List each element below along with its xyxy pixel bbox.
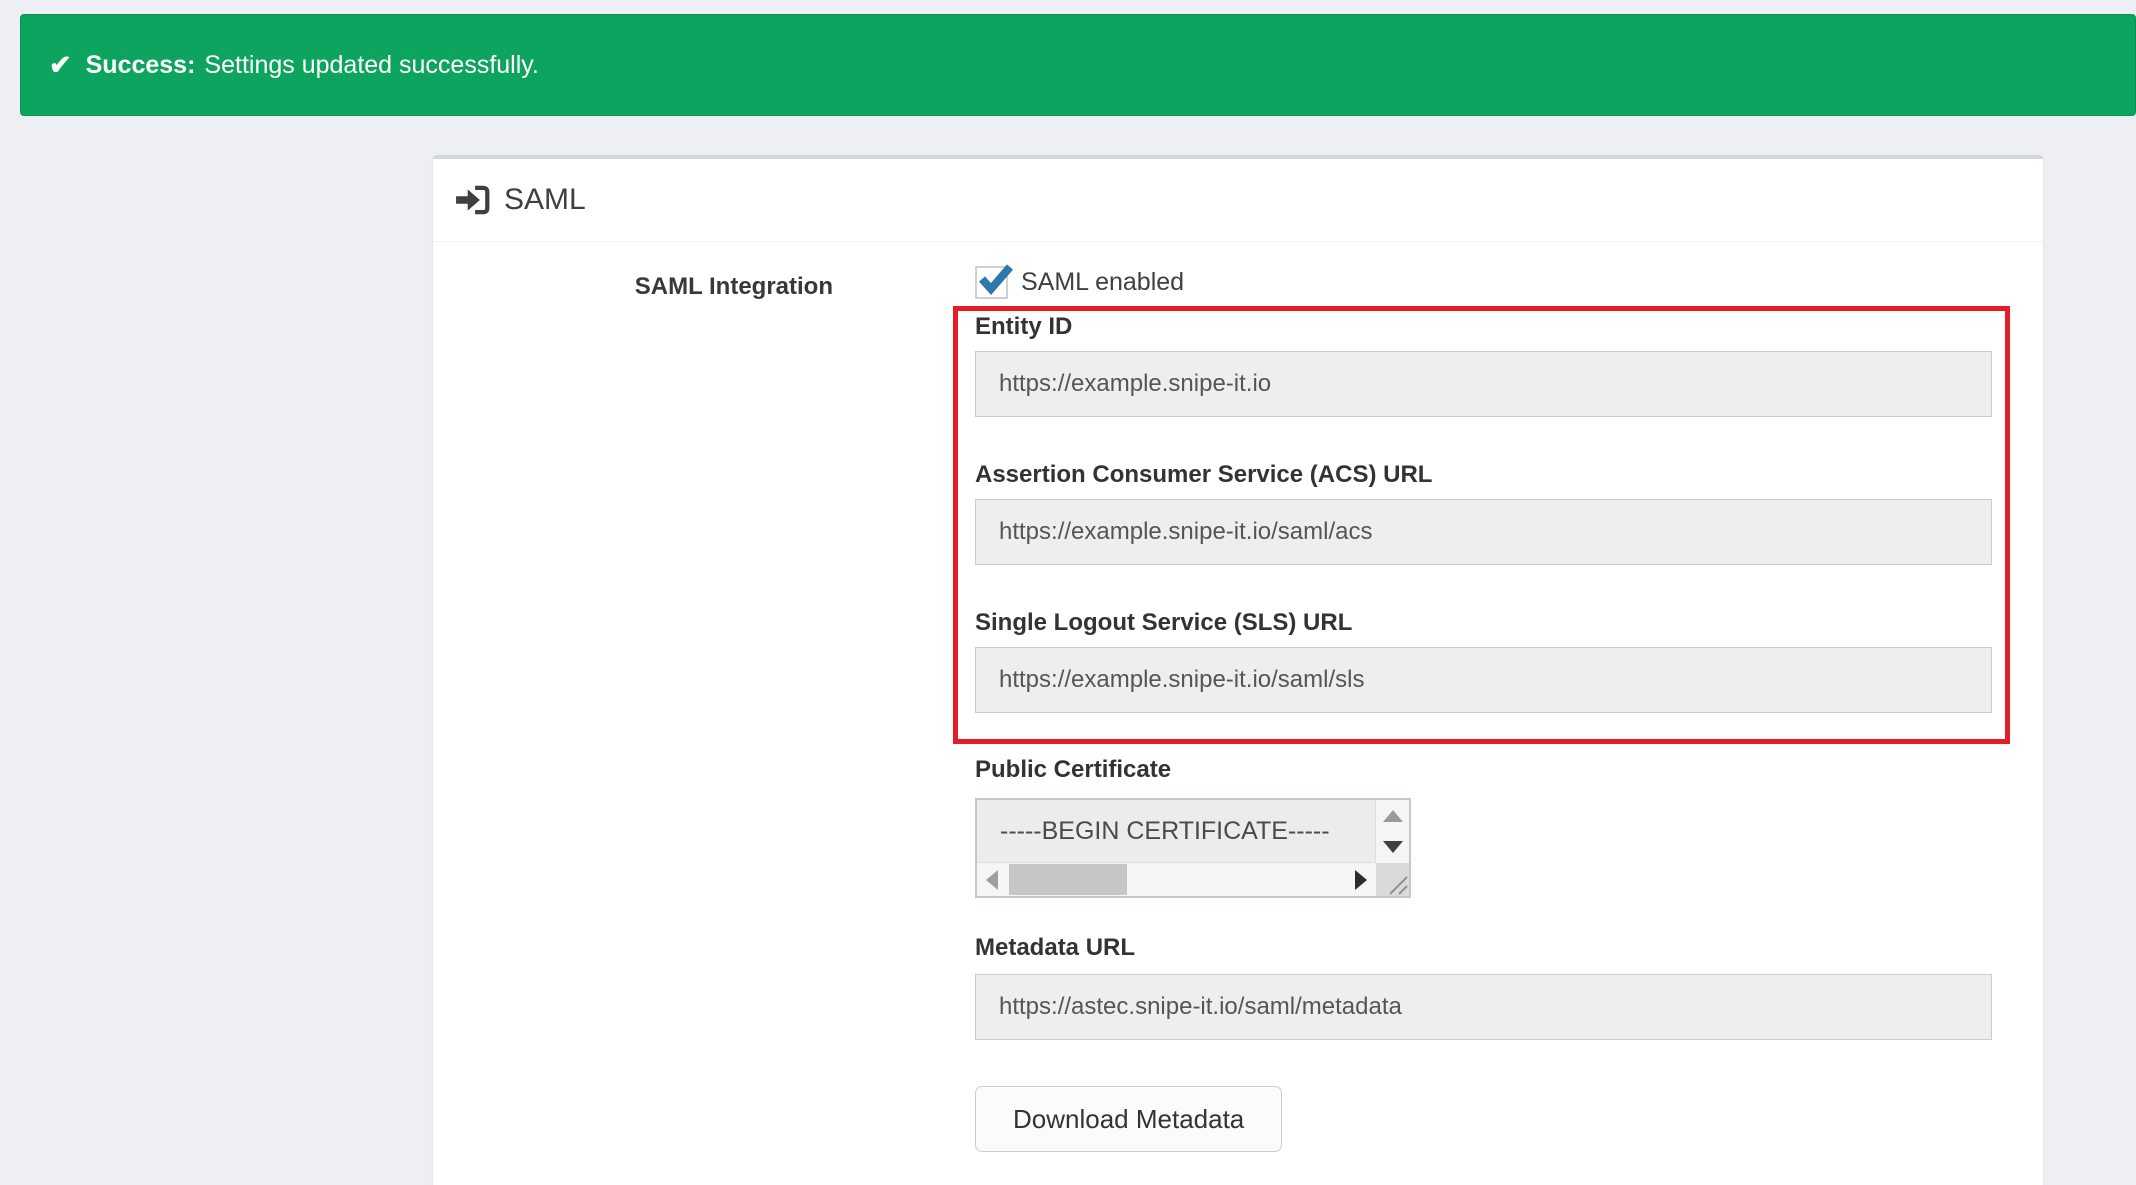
scroll-up-button[interactable] <box>1376 800 1409 832</box>
saml-panel: SAML SAML Integration SAML enabled <box>433 155 2043 1185</box>
checkmark-icon <box>977 264 1015 296</box>
field-column: SAML enabled Entity ID Assertion Consume… <box>975 264 1992 1152</box>
acs-url-group: Assertion Consumer Service (ACS) URL <box>975 461 1992 565</box>
scroll-down-button[interactable] <box>1376 832 1409 864</box>
horizontal-scrollbar[interactable] <box>977 862 1376 896</box>
scroll-right-button[interactable] <box>1346 863 1376 896</box>
down-arrow-icon <box>1383 841 1403 853</box>
acs-url-label: Assertion Consumer Service (ACS) URL <box>975 461 1992 489</box>
highlight-box: Entity ID Assertion Consumer Service (AC… <box>953 306 2010 744</box>
left-arrow-icon <box>986 870 998 890</box>
resize-grip[interactable] <box>1376 863 1409 896</box>
sls-url-label: Single Logout Service (SLS) URL <box>975 609 1992 637</box>
entity-id-input[interactable] <box>975 351 1992 417</box>
entity-id-group: Entity ID <box>975 313 1992 417</box>
panel-title: SAML <box>504 183 586 217</box>
horizontal-scroll-thumb[interactable] <box>1009 864 1127 895</box>
certificate-group: Public Certificate -----BEGIN CERTIFICAT… <box>975 756 1992 898</box>
certificate-textarea[interactable]: -----BEGIN CERTIFICATE----- <box>975 798 1411 898</box>
alert-title: Success: <box>86 51 196 80</box>
page: ✔ Success: Settings updated successfully… <box>0 0 2136 1185</box>
download-metadata-button[interactable]: Download Metadata <box>975 1086 1282 1152</box>
sign-in-icon <box>455 184 491 216</box>
section-label: SAML Integration <box>453 264 833 1152</box>
success-alert: ✔ Success: Settings updated successfully… <box>20 14 2136 116</box>
saml-enabled-row: SAML enabled <box>975 264 1992 300</box>
certificate-label: Public Certificate <box>975 756 1992 784</box>
sls-url-group: Single Logout Service (SLS) URL <box>975 609 1992 713</box>
up-arrow-icon <box>1383 810 1403 822</box>
scroll-left-button[interactable] <box>977 863 1007 896</box>
saml-enabled-checkbox[interactable] <box>975 266 1008 299</box>
saml-enabled-label: SAML enabled <box>1021 268 1184 297</box>
panel-header: SAML <box>433 159 2043 242</box>
right-arrow-icon <box>1355 870 1367 890</box>
metadata-url-input[interactable] <box>975 974 1992 1040</box>
sls-url-input[interactable] <box>975 647 1992 713</box>
panel-body: SAML Integration SAML enabled Entity ID <box>433 242 2043 1152</box>
metadata-group: Metadata URL <box>975 934 1992 1040</box>
entity-id-label: Entity ID <box>975 313 1992 341</box>
metadata-label: Metadata URL <box>975 934 1992 962</box>
certificate-value: -----BEGIN CERTIFICATE----- <box>977 800 1376 863</box>
vertical-scrollbar[interactable] <box>1375 800 1409 863</box>
resize-grip-icon <box>1376 863 1409 896</box>
check-icon: ✔ <box>49 50 72 81</box>
alert-message: Settings updated successfully. <box>204 51 538 80</box>
acs-url-input[interactable] <box>975 499 1992 565</box>
